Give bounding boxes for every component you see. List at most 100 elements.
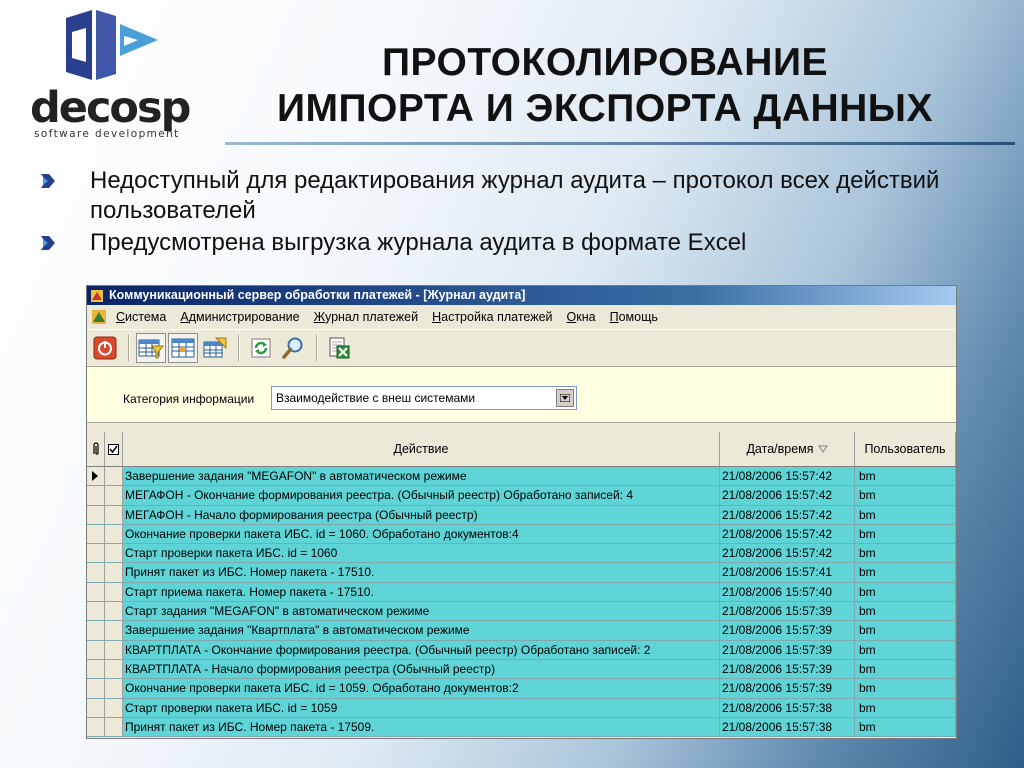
filter-table-button[interactable] [136,333,166,363]
row-check-cell[interactable] [105,602,123,621]
row-indicator[interactable] [87,505,105,524]
user-cell: bm [855,524,956,544]
table-row[interactable]: Принят пакет из ИБС. Номер пакета - 1751… [87,563,956,583]
table-row[interactable]: Окончание проверки пакета ИБС. id = 1060… [87,524,956,545]
filter-table-icon [138,339,164,359]
row-check-cell[interactable] [105,698,123,717]
datetime-cell: 21/08/2006 15:57:38 [720,698,855,717]
decosp-logo-mark [66,10,158,80]
row-check-cell[interactable] [105,640,123,659]
menu-payment-settings[interactable]: Настройка платежей [432,310,552,324]
table-row[interactable]: Старт проверки пакета ИБС. id = 1060 21/0… [87,544,956,564]
row-check-cell[interactable] [105,544,123,563]
reload-button[interactable] [246,333,276,363]
category-select[interactable]: Взаимодействие с внеш системами [271,386,577,410]
dropdown-arrow-icon[interactable] [556,389,574,407]
action-cell: МЕГАФОН - Окончание формирования реестра… [123,486,720,505]
user-column-header[interactable]: Пользователь [855,432,956,466]
action-cell: КВАРТПЛАТА - Окончание формирования реес… [123,640,720,659]
table-button[interactable] [168,333,198,363]
table-row[interactable]: Завершение задания "MEGAFON" в автоматич… [87,467,956,487]
row-indicator[interactable] [87,659,105,679]
row-indicator[interactable] [87,544,105,563]
action-cell: Старт приема пакета. Номер пакета - 1751… [123,582,720,602]
datetime-cell: 21/08/2006 15:57:42 [720,486,855,505]
sort-descending-icon [817,445,828,453]
search-icon [282,337,303,359]
exit-button[interactable] [90,333,120,363]
row-check-cell[interactable] [105,659,123,679]
table-row[interactable]: Старт задания "MEGAFON" в автоматическом… [87,602,956,622]
datetime-cell: 21/08/2006 15:57:38 [720,717,855,737]
menu-administration[interactable]: Администрирование [180,310,299,324]
datetime-cell: 21/08/2006 15:57:39 [720,679,855,698]
search-button[interactable] [278,333,308,363]
row-indicator[interactable] [87,621,105,640]
user-cell: bm [855,659,956,679]
user-cell: bm [855,582,956,602]
table-row[interactable]: Окончание проверки пакета ИБС. id = 1059… [87,679,956,699]
reload-icon [251,338,271,358]
toolbar-separator [316,335,318,361]
menu-windows[interactable]: Окна [567,310,596,324]
row-check-cell[interactable] [105,505,123,524]
refresh-table-icon [203,337,227,358]
action-cell: МЕГАФОН - Начало формирования реестра (О… [123,505,720,524]
row-check-cell[interactable] [105,524,123,544]
action-cell: Завершение задания "Квартплата" в автома… [123,621,720,640]
row-indicator[interactable] [87,717,105,737]
table-row[interactable]: Старт приема пакета. Номер пакета - 1751… [87,582,956,603]
datetime-cell: 21/08/2006 15:57:42 [720,505,855,524]
row-check-cell[interactable] [105,717,123,737]
row-check-cell[interactable] [105,621,123,640]
datetime-column-header[interactable]: Дата/время [720,432,855,466]
action-cell: Принят пакет из ИБС. Номер пакета - 1750… [123,717,720,737]
datetime-cell: 21/08/2006 15:57:39 [720,602,855,621]
attachment-column-header[interactable] [87,432,105,466]
row-indicator[interactable] [87,582,105,602]
row-check-cell[interactable] [105,486,123,505]
row-indicator[interactable] [87,679,105,698]
refresh-table-button[interactable] [200,333,230,363]
action-cell: КВАРТПЛАТА - Начало формирования реестра… [123,659,720,679]
logo-tagline: software development [34,128,180,140]
export-excel-button[interactable] [324,333,354,363]
table-row[interactable]: Старт проверки пакета ИБС. id = 1059 21/0… [87,698,956,718]
app-icon [91,289,103,302]
window-titlebar[interactable]: Коммуникационный сервер обработки платеж… [87,286,956,305]
table-row[interactable]: КВАРТПЛАТА - Начало формирования реестра… [87,659,956,680]
table-row[interactable]: МЕГАФОН - Начало формирования реестра (О… [87,505,956,525]
app-window: Коммуникационный сервер обработки платеж… [86,285,957,739]
menu-system[interactable]: Система [116,310,166,324]
table-row[interactable]: КВАРТПЛАТА - Окончание формирования реес… [87,640,956,660]
row-indicator[interactable] [87,467,105,486]
row-check-cell[interactable] [105,563,123,582]
user-cell: bm [855,467,956,486]
user-cell: bm [855,621,956,640]
datetime-cell: 21/08/2006 15:57:39 [720,659,855,679]
row-indicator[interactable] [87,486,105,505]
menu-help[interactable]: Помощь [610,310,658,324]
user-cell: bm [855,602,956,621]
check-column-header[interactable] [105,432,123,466]
row-check-cell[interactable] [105,679,123,698]
action-column-header[interactable]: Действие [123,432,720,466]
table-row[interactable]: МЕГАФОН - Окончание формирования реестра… [87,486,956,506]
menu-payment-journal[interactable]: Журнал платежей [314,310,419,324]
row-check-cell[interactable] [105,467,123,486]
row-indicator[interactable] [87,698,105,717]
title-divider [225,142,1015,145]
toolbar [87,329,956,367]
row-indicator[interactable] [87,563,105,582]
row-indicator[interactable] [87,524,105,544]
bullet-text: Предусмотрена выгрузка журнала аудита в … [90,229,747,256]
row-indicator[interactable] [87,640,105,659]
datetime-cell: 21/08/2006 15:57:42 [720,524,855,544]
table-row[interactable]: Принят пакет из ИБС. Номер пакета - 1750… [87,717,956,738]
table-row[interactable]: Завершение задания "Квартплата" в автома… [87,621,956,641]
bullet-list: Недоступный для редактирования журнал ау… [40,166,1000,260]
row-indicator[interactable] [87,602,105,621]
action-cell: Старт проверки пакета ИБС. id = 1059 [123,698,720,717]
row-check-cell[interactable] [105,582,123,602]
datetime-cell: 21/08/2006 15:57:39 [720,640,855,659]
